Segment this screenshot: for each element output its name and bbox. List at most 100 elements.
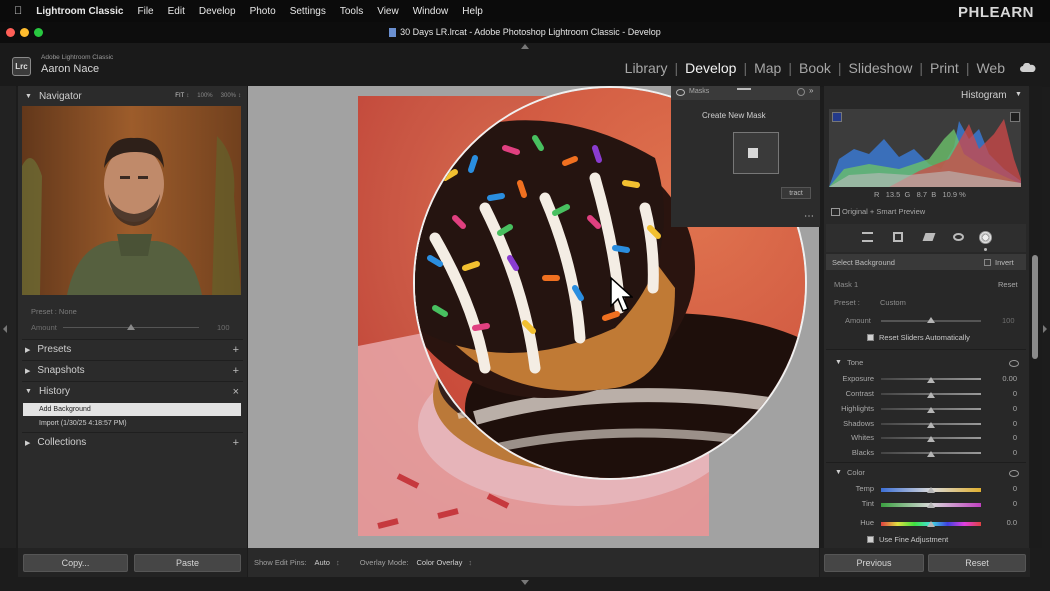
apple-icon[interactable]:  bbox=[14, 5, 22, 17]
mask-reset-link[interactable]: Reset bbox=[998, 280, 1018, 289]
tone-slider-value[interactable]: 0 bbox=[987, 433, 1017, 442]
module-map[interactable]: Map bbox=[754, 60, 781, 76]
presets-header[interactable]: ▶ Presets + bbox=[22, 339, 243, 359]
mask-chevron-icon[interactable] bbox=[748, 148, 758, 158]
navigator-header[interactable]: ▼ Navigator FIT ↕ 100% 300% ↕ bbox=[22, 89, 243, 103]
left-panel-edge[interactable] bbox=[0, 86, 16, 548]
right-collapse-arrow-icon[interactable] bbox=[1043, 325, 1047, 333]
menu-view[interactable]: View bbox=[377, 6, 399, 17]
tone-slider-knob[interactable] bbox=[927, 407, 935, 413]
module-slideshow[interactable]: Slideshow bbox=[849, 60, 913, 76]
menu-photo[interactable]: Photo bbox=[250, 6, 276, 17]
left-collapse-arrow-icon[interactable] bbox=[3, 325, 7, 333]
add-snapshot-plus-icon[interactable]: + bbox=[233, 365, 239, 377]
navigator-preview[interactable] bbox=[22, 106, 241, 295]
mouse-cursor-icon bbox=[610, 276, 633, 312]
menu-tools[interactable]: Tools bbox=[340, 6, 363, 17]
mask-preset-select[interactable]: Custom bbox=[880, 298, 906, 307]
tone-collapse-icon[interactable]: ▼ bbox=[835, 359, 842, 366]
zoom-fit[interactable]: FIT bbox=[175, 93, 184, 99]
history-item-add-background[interactable]: Add Background bbox=[23, 403, 241, 416]
masks-more-icon[interactable]: ⋯ bbox=[804, 211, 814, 222]
tone-slider-value[interactable]: 0 bbox=[987, 419, 1017, 428]
invert-checkbox[interactable] bbox=[984, 259, 991, 266]
tone-slider-value[interactable]: 0 bbox=[987, 404, 1017, 413]
show-edit-pins-select[interactable]: Auto bbox=[315, 558, 330, 567]
previous-button[interactable]: Previous bbox=[824, 554, 924, 572]
menu-app-name[interactable]: Lightroom Classic bbox=[36, 6, 123, 17]
color-slider-knob[interactable] bbox=[927, 502, 935, 508]
tone-title[interactable]: Tone bbox=[847, 358, 863, 367]
masks-collapse-icon[interactable]: » bbox=[809, 86, 813, 95]
color-title[interactable]: Color bbox=[847, 468, 865, 477]
color-slider-value[interactable]: 0 bbox=[987, 499, 1017, 508]
module-library[interactable]: Library bbox=[625, 60, 668, 76]
snapshots-header[interactable]: ▶ Snapshots + bbox=[22, 360, 243, 380]
subtract-button[interactable]: tract bbox=[781, 187, 811, 199]
tone-slider-value[interactable]: 0 bbox=[987, 389, 1017, 398]
tone-slider-knob[interactable] bbox=[927, 451, 935, 457]
highlight-clipping-indicator[interactable] bbox=[1010, 112, 1020, 122]
tone-slider-knob[interactable] bbox=[927, 392, 935, 398]
reset-button[interactable]: Reset bbox=[928, 554, 1026, 572]
add-preset-plus-icon[interactable]: + bbox=[233, 344, 239, 356]
color-slider-value[interactable]: 0 bbox=[987, 484, 1017, 493]
collections-header[interactable]: ▶ Collections + bbox=[22, 432, 243, 452]
zoom-window-button[interactable] bbox=[34, 28, 43, 37]
menu-help[interactable]: Help bbox=[462, 6, 483, 17]
module-book[interactable]: Book bbox=[799, 60, 831, 76]
close-window-button[interactable] bbox=[6, 28, 15, 37]
copy-button[interactable]: Copy... bbox=[23, 554, 128, 572]
masks-eye-icon[interactable] bbox=[676, 89, 685, 96]
module-develop[interactable]: Develop bbox=[685, 60, 736, 76]
menu-edit[interactable]: Edit bbox=[168, 6, 185, 17]
crop-icon[interactable] bbox=[893, 232, 903, 242]
tone-slider-knob[interactable] bbox=[927, 422, 935, 428]
menu-window[interactable]: Window bbox=[413, 6, 449, 17]
tone-slider-value[interactable]: 0 bbox=[987, 448, 1017, 457]
tone-slider-knob[interactable] bbox=[927, 436, 935, 442]
menu-settings[interactable]: Settings bbox=[290, 6, 326, 17]
tone-slider-value[interactable]: 0.00 bbox=[987, 374, 1017, 383]
color-slider-knob[interactable] bbox=[927, 521, 935, 527]
edit-sliders-icon[interactable] bbox=[862, 232, 873, 242]
color-slider-knob[interactable] bbox=[927, 487, 935, 493]
shadow-clipping-indicator[interactable] bbox=[832, 112, 842, 122]
filmstrip-toggle-arrow-icon[interactable] bbox=[521, 580, 529, 585]
minimize-window-button[interactable] bbox=[20, 28, 29, 37]
history-header[interactable]: ▼ History × bbox=[22, 381, 243, 401]
overlay-mode-select[interactable]: Color Overlay bbox=[417, 558, 463, 567]
history-item-import[interactable]: Import (1/30/25 4:18:57 PM) bbox=[23, 417, 241, 430]
preview-status-label[interactable]: Original + Smart Preview bbox=[842, 207, 925, 216]
menu-file[interactable]: File bbox=[138, 6, 154, 17]
paste-button[interactable]: Paste bbox=[134, 554, 241, 572]
collapse-top-panel-arrow-icon[interactable] bbox=[521, 44, 529, 49]
navigator-preset-label[interactable]: Preset : None bbox=[31, 307, 77, 316]
fine-adjust-checkbox[interactable] bbox=[867, 536, 874, 543]
color-visibility-eye-icon[interactable] bbox=[1009, 470, 1019, 477]
tone-slider-knob[interactable] bbox=[927, 377, 935, 383]
mask-amount-knob[interactable] bbox=[927, 317, 935, 323]
module-web[interactable]: Web bbox=[976, 60, 1005, 76]
right-panel-scroll-thumb[interactable] bbox=[1032, 255, 1038, 359]
module-print[interactable]: Print bbox=[930, 60, 959, 76]
reset-sliders-checkbox[interactable] bbox=[867, 334, 874, 341]
color-collapse-icon[interactable]: ▼ bbox=[835, 469, 842, 476]
zoom-100[interactable]: 100% bbox=[197, 93, 212, 99]
red-eye-icon[interactable] bbox=[953, 233, 964, 241]
cloud-sync-icon[interactable] bbox=[1020, 63, 1036, 72]
tone-visibility-eye-icon[interactable] bbox=[1009, 360, 1019, 367]
create-new-mask-label[interactable]: Create New Mask bbox=[702, 111, 766, 120]
masking-icon[interactable] bbox=[979, 231, 992, 244]
histogram-graph[interactable] bbox=[829, 109, 1021, 187]
clear-history-x-icon[interactable]: × bbox=[233, 386, 239, 398]
navigator-amount-knob[interactable] bbox=[127, 324, 135, 330]
add-collection-plus-icon[interactable]: + bbox=[233, 437, 239, 449]
masks-help-icon[interactable] bbox=[797, 88, 805, 96]
masks-drag-handle[interactable] bbox=[737, 88, 751, 90]
menu-develop[interactable]: Develop bbox=[199, 6, 236, 17]
histogram-title[interactable]: Histogram bbox=[961, 90, 1007, 101]
color-slider-value[interactable]: 0.0 bbox=[987, 518, 1017, 527]
histogram-collapse-icon[interactable]: ▼ bbox=[1015, 91, 1022, 98]
zoom-300[interactable]: 300% bbox=[221, 93, 236, 99]
